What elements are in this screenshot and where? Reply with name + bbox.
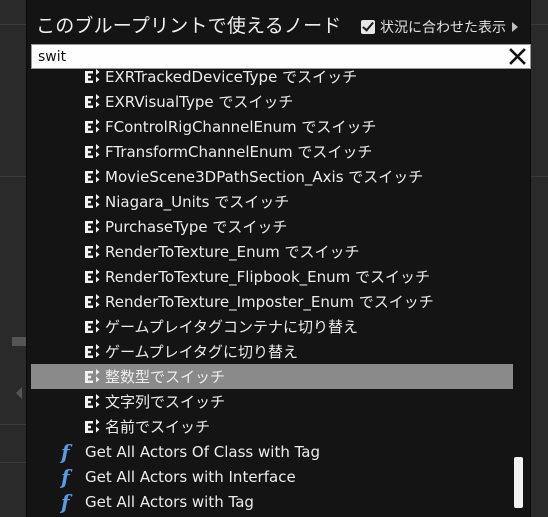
node-palette-popup: このブループリントで使えるノード 状況に合わせた表示 EXRTrackedDev… (26, 0, 531, 517)
list-item[interactable]: 名前でスイッチ (31, 414, 513, 439)
switch-node-icon (81, 193, 103, 211)
switch-node-icon (81, 318, 103, 336)
list-item-label: EXRVisualType でスイッチ (105, 93, 294, 111)
list-item-label: Get All Actors with Interface (85, 467, 296, 486)
list-item[interactable]: FTransformChannelEnum でスイッチ (31, 139, 513, 164)
palette-header: このブループリントで使えるノード 状況に合わせた表示 (27, 0, 532, 40)
palette-title: このブループリントで使えるノード (36, 15, 342, 37)
list-item[interactable]: ゲームプレイタグに切り替え (31, 339, 513, 364)
context-sensitive-checkbox[interactable] (361, 20, 375, 34)
list-item-label: EXRTrackedDeviceType でスイッチ (105, 68, 358, 86)
switch-node-icon (81, 268, 103, 286)
list-item[interactable]: f Get All Actors with Tag (31, 489, 513, 514)
list-item-label: RenderToTexture_Enum でスイッチ (105, 243, 360, 261)
context-sensitive-toggle[interactable]: 状況に合わせた表示 (361, 17, 518, 37)
switch-node-icon (81, 368, 103, 386)
list-item[interactable]: Niagara_Units でスイッチ (31, 189, 513, 214)
action-list[interactable]: EXRTrackedDeviceType でスイッチ EXRVisualType… (27, 66, 532, 517)
switch-node-icon (81, 343, 103, 361)
list-item[interactable]: PurchaseType でスイッチ (31, 214, 513, 239)
list-item-label: FTransformChannelEnum でスイッチ (105, 143, 373, 161)
list-item[interactable]: 整数型でスイッチ (31, 364, 513, 389)
search-input[interactable] (32, 45, 502, 68)
list-item[interactable]: MovieScene3DPathSection_Axis でスイッチ (31, 164, 513, 189)
list-item[interactable]: 文字列でスイッチ (31, 389, 513, 414)
context-sensitive-label: 状況に合わせた表示 (380, 20, 506, 36)
list-item-label: FControlRigChannelEnum でスイッチ (105, 118, 377, 136)
list-item-label: RenderToTexture_Flipbook_Enum でスイッチ (105, 268, 431, 286)
scrollbar-thumb[interactable] (514, 457, 523, 508)
list-item[interactable]: RenderToTexture_Imposter_Enum でスイッチ (31, 289, 513, 314)
list-item-label: MovieScene3DPathSection_Axis でスイッチ (105, 168, 424, 186)
switch-node-icon (81, 143, 103, 161)
switch-node-icon (81, 393, 103, 411)
list-item-label: Get All Actors Of Class with Tag (85, 442, 320, 461)
node-exec-pin (16, 387, 22, 399)
list-item-label: Niagara_Units でスイッチ (105, 193, 290, 211)
function-icon: f (61, 464, 70, 489)
list-item-label: Get All Actors with Tag (85, 492, 254, 511)
switch-node-icon (81, 243, 103, 261)
switch-node-icon (81, 93, 103, 111)
switch-node-icon (81, 293, 103, 311)
clear-search-icon[interactable] (508, 47, 527, 66)
list-item-label: 名前でスイッチ (105, 418, 211, 436)
graph-background-right (531, 0, 548, 517)
list-item-label: PurchaseType でスイッチ (105, 218, 288, 236)
switch-node-icon (81, 118, 103, 136)
list-item-label: ゲームプレイタグに切り替え (105, 343, 299, 361)
list-item[interactable]: EXRTrackedDeviceType でスイッチ (31, 66, 513, 89)
list-item[interactable]: RenderToTexture_Flipbook_Enum でスイッチ (31, 264, 513, 289)
node-pin (12, 337, 26, 346)
list-item[interactable]: ゲームプレイタグコンテナに切り替え (31, 314, 513, 339)
switch-node-icon (81, 218, 103, 236)
function-icon: f (61, 439, 70, 464)
list-item[interactable]: RenderToTexture_Enum でスイッチ (31, 239, 513, 264)
switch-node-icon (81, 68, 103, 86)
list-item-label: 文字列でスイッチ (105, 393, 226, 411)
list-item-label: 整数型でスイッチ (105, 368, 226, 386)
switch-node-icon (81, 168, 103, 186)
list-item[interactable]: f Get All Actors Of Class with Tag (31, 439, 513, 464)
function-icon: f (61, 489, 70, 514)
list-item-label: ゲームプレイタグコンテナに切り替え (105, 318, 359, 336)
list-item[interactable]: EXRVisualType でスイッチ (31, 89, 513, 114)
expand-arrow-icon[interactable] (512, 22, 518, 32)
switch-node-icon (81, 418, 103, 436)
list-item[interactable]: FControlRigChannelEnum でスイッチ (31, 114, 513, 139)
list-item[interactable]: f Get All Actors with Interface (31, 464, 513, 489)
list-item-label: RenderToTexture_Imposter_Enum でスイッチ (105, 293, 434, 311)
graph-background-left (0, 0, 26, 517)
